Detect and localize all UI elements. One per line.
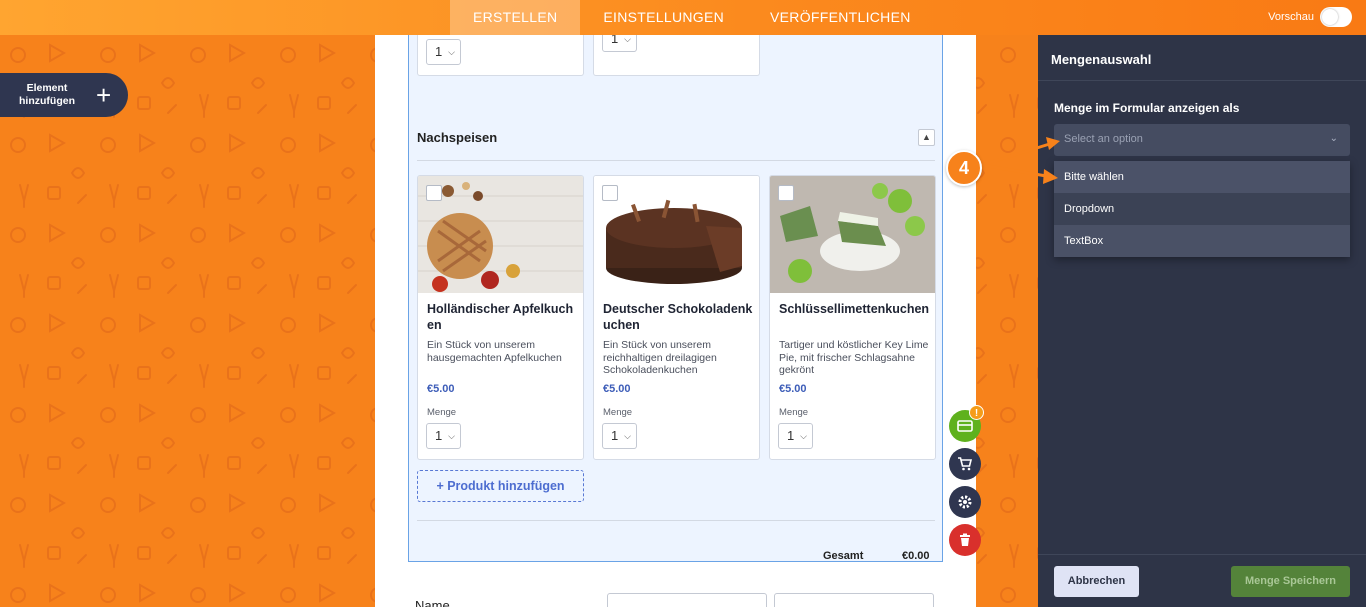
- form-canvas: 1 ⌵ 1 ⌵ Nachspeisen ▲ Holländischer Apfelk…: [375, 35, 976, 607]
- product-name: Holländischer Apfelkuchen: [427, 302, 574, 332]
- quantity-display-select[interactable]: Select an option ⌄: [1054, 124, 1350, 156]
- field-label: Menge im Formular anzeigen als: [1054, 101, 1240, 115]
- main-tabs: ERSTELLEN EINSTELLUNGEN VERÖFFENTLICHEN: [450, 0, 934, 35]
- add-element-button[interactable]: Element hinzufügen +: [0, 73, 128, 117]
- product-card[interactable]: Schlüssellimettenkuchen Tartiger und kös…: [769, 175, 936, 460]
- step-number-badge: 4: [946, 150, 982, 186]
- option-bitte-waehlen[interactable]: Bitte wählen: [1054, 161, 1350, 193]
- divider: [417, 160, 935, 161]
- annotation-arrows: [981, 137, 1060, 184]
- quantity-label: Menge: [779, 407, 809, 418]
- product-card[interactable]: Holländischer Apfelkuchen Ein Stück von …: [417, 175, 584, 460]
- product-card[interactable]: Deutscher Schokoladenkuchen Ein Stück vo…: [593, 175, 760, 460]
- quantity-value: 1: [435, 44, 443, 59]
- product-card-partial: 1 ⌵: [417, 35, 584, 76]
- divider: [1038, 80, 1366, 81]
- chevron-down-icon: ⌵: [624, 431, 631, 441]
- product-description: Tartiger und köstlicher Key Lime Pie, mi…: [779, 339, 929, 376]
- product-checkbox[interactable]: [426, 185, 442, 201]
- panel-title: Mengenauswahl: [1051, 52, 1152, 67]
- add-element-label-line2: hinzufügen: [19, 95, 75, 107]
- product-card-partial: 1 ⌵: [593, 35, 760, 76]
- apple-pie-image: [418, 176, 583, 293]
- first-name-input[interactable]: [607, 593, 767, 607]
- trash-icon: [960, 533, 970, 546]
- credit-card-icon: [957, 420, 973, 432]
- chevron-down-icon: ⌵: [448, 431, 455, 441]
- section-title: Nachspeisen: [417, 130, 498, 145]
- cancel-button[interactable]: Abbrechen: [1054, 566, 1139, 597]
- plus-icon: +: [96, 80, 112, 110]
- product-price: €5.00: [779, 383, 807, 395]
- settings-button[interactable]: [949, 486, 981, 518]
- chevron-down-icon: ⌵: [448, 47, 455, 57]
- quantity-value: 1: [611, 35, 619, 46]
- save-quantity-button[interactable]: Menge Speichern: [1231, 566, 1350, 597]
- product-price: €5.00: [427, 383, 455, 395]
- chevron-down-icon: ⌄: [1329, 133, 1338, 144]
- add-element-label: Element hinzufügen: [0, 82, 94, 108]
- quantity-value: 1: [611, 428, 619, 443]
- delete-button[interactable]: [949, 524, 981, 556]
- add-element-label-line1: Element: [26, 82, 68, 94]
- product-name: Schlüssellimettenkuchen: [779, 302, 930, 316]
- quantity-label: Menge: [427, 407, 457, 418]
- cart-button[interactable]: [949, 448, 981, 480]
- collapse-section-button[interactable]: ▲: [918, 129, 935, 146]
- preview-toggle[interactable]: [1320, 7, 1352, 27]
- quantity-select[interactable]: 1 ⌵: [602, 423, 637, 449]
- tab-erstellen[interactable]: ERSTELLEN: [450, 0, 581, 35]
- option-textbox[interactable]: TextBox: [1054, 225, 1350, 257]
- chevron-down-icon: ⌵: [624, 35, 631, 44]
- product-description: Ein Stück von unserem hausgemachten Apfe…: [427, 339, 562, 364]
- total-label: Gesamt: [823, 550, 864, 562]
- chevron-down-icon: ⌵: [800, 431, 807, 441]
- gear-icon: [958, 495, 972, 509]
- tab-veroeffentlichen[interactable]: VERÖFFENTLICHEN: [747, 0, 934, 35]
- last-name-input[interactable]: [774, 593, 934, 607]
- quantity-select[interactable]: 1 ⌵: [426, 423, 461, 449]
- quantity-select[interactable]: 1 ⌵: [426, 39, 461, 65]
- add-product-button[interactable]: + Produkt hinzufügen: [417, 470, 584, 502]
- product-description: Ein Stück von unserem reichhaltigen drei…: [603, 339, 717, 376]
- quantity-value: 1: [787, 428, 795, 443]
- tab-einstellungen[interactable]: EINSTELLUNGEN: [580, 0, 747, 35]
- product-price: €5.00: [603, 383, 631, 395]
- total-value: €0.00: [902, 550, 930, 562]
- product-name: Deutscher Schokoladenkuchen: [603, 302, 753, 332]
- warning-badge: !: [969, 405, 984, 420]
- panel-footer: Abbrechen Menge Speichern: [1038, 554, 1366, 607]
- top-bar: ERSTELLEN EINSTELLUNGEN VERÖFFENTLICHEN …: [0, 0, 1366, 35]
- chocolate-cake-image: [594, 176, 759, 293]
- preview-toggle-group: Vorschau: [1268, 7, 1352, 27]
- divider: [417, 520, 935, 521]
- cart-icon: [958, 457, 973, 471]
- product-checkbox[interactable]: [778, 185, 794, 201]
- dropdown-options: Bitte wählen Dropdown TextBox: [1054, 161, 1350, 257]
- quantity-label: Menge: [603, 407, 633, 418]
- quantity-value: 1: [435, 428, 443, 443]
- key-lime-pie-image: [770, 176, 935, 293]
- option-dropdown[interactable]: Dropdown: [1054, 193, 1350, 225]
- product-list-block[interactable]: 1 ⌵ 1 ⌵ Nachspeisen ▲ Holländischer Apfelk…: [408, 35, 943, 562]
- properties-panel: Mengenauswahl Menge im Formular anzeigen…: [1038, 35, 1366, 607]
- preview-label: Vorschau: [1268, 11, 1314, 23]
- quantity-select[interactable]: 1 ⌵: [602, 35, 637, 52]
- quantity-select[interactable]: 1 ⌵: [778, 423, 813, 449]
- name-field-label: Name: [415, 598, 450, 607]
- product-checkbox[interactable]: [602, 185, 618, 201]
